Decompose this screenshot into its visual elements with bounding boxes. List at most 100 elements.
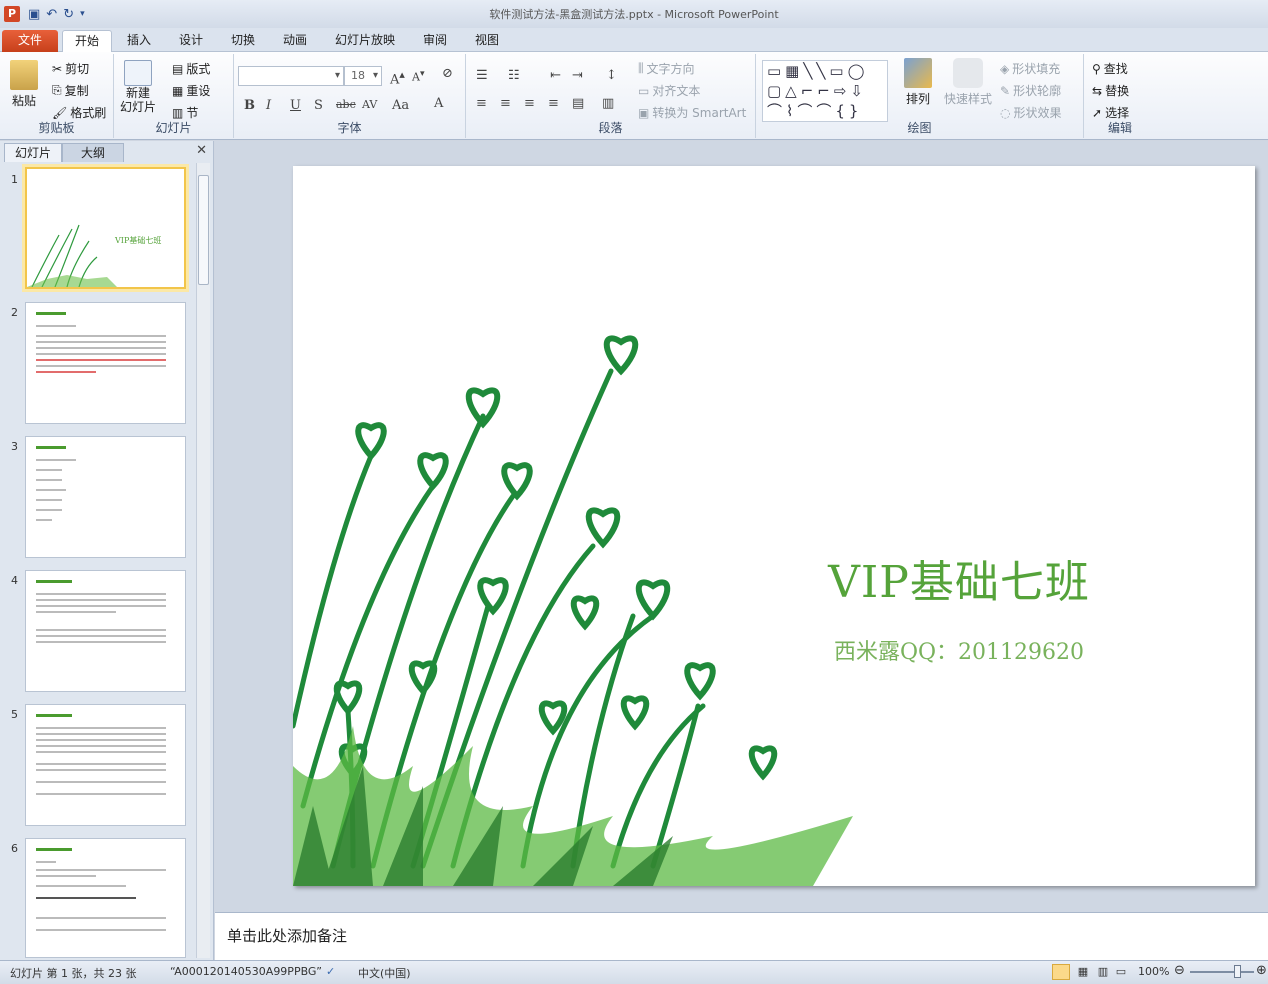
slide-thumbnail-1[interactable]: VIP基础七班	[25, 167, 186, 289]
align-text-label: 对齐文本	[652, 84, 701, 98]
numbering-icon[interactable]: ☷	[508, 68, 520, 83]
close-icon[interactable]: ✕	[196, 143, 207, 158]
text-direction-button[interactable]: ⫼ 文字方向	[638, 60, 695, 77]
tab-review[interactable]: 审阅	[414, 30, 456, 52]
align-text-button[interactable]: ▭ 对齐文本	[638, 82, 700, 99]
strikethrough-icon[interactable]: abc	[336, 98, 356, 111]
tab-view[interactable]: 视图	[466, 30, 508, 52]
shape-outline-button[interactable]: ✎ 形状轮廓	[1000, 82, 1061, 99]
save-icon[interactable]: ▣	[28, 7, 40, 22]
justify-icon[interactable]: ≡	[548, 96, 559, 111]
tab-insert[interactable]: 插入	[118, 30, 160, 52]
thumb-line	[36, 593, 166, 595]
spell-check-icon[interactable]: ✓	[326, 965, 335, 978]
zoom-slider-thumb[interactable]	[1234, 965, 1241, 978]
line-spacing-icon[interactable]: ↕	[606, 68, 617, 83]
bold-icon[interactable]: B	[244, 98, 255, 113]
arrange-button[interactable]: 排列	[904, 58, 932, 107]
thumb-number: 4	[11, 574, 18, 587]
thumb-line	[36, 635, 166, 637]
customize-qat-icon[interactable]: ▾	[80, 9, 85, 19]
bullets-icon[interactable]: ☰	[476, 68, 488, 83]
tab-slide-show[interactable]: 幻灯片放映	[326, 30, 404, 52]
new-slide-button[interactable]: 新建 幻灯片	[120, 60, 156, 114]
shape-outline-label: 形状轮廓	[1013, 84, 1062, 98]
current-slide[interactable]: VIP基础七班 西米露QQ：201129620	[293, 166, 1255, 886]
cut-button[interactable]: ✂ 剪切	[52, 60, 89, 77]
redo-icon[interactable]: ↻	[63, 7, 74, 22]
thumb-line	[36, 733, 166, 735]
powerpoint-app-icon[interactable]: P	[4, 6, 20, 22]
shadow-icon[interactable]: S	[314, 98, 323, 113]
align-center-icon[interactable]: ≡	[500, 96, 511, 111]
slide-sorter-icon[interactable]: ▦	[1074, 964, 1092, 980]
font-group-label: 字体	[337, 121, 362, 135]
notes-placeholder: 单击此处添加备注	[227, 927, 348, 945]
slide-subtitle[interactable]: 西米露QQ：201129620	[293, 634, 1255, 666]
distributed-icon[interactable]: ▤	[572, 96, 584, 111]
tab-transitions[interactable]: 切换	[222, 30, 264, 52]
theme-name[interactable]: “A000120140530A99PPBG”	[170, 965, 322, 978]
tab-outline-panel[interactable]: 大纲	[62, 143, 125, 162]
thumb-line	[36, 499, 62, 501]
thumb-line	[36, 917, 166, 919]
quick-styles-button[interactable]: 快速样式	[944, 58, 992, 107]
font-color-icon[interactable]: A	[434, 96, 443, 111]
zoom-level[interactable]: 100%	[1138, 965, 1169, 978]
tab-animations[interactable]: 动画	[274, 30, 316, 52]
paste-button[interactable]: 粘贴	[10, 60, 38, 109]
undo-icon[interactable]: ↶	[46, 7, 57, 22]
tab-home[interactable]: 开始	[62, 30, 112, 52]
zoom-in-icon[interactable]: ⊕	[1256, 963, 1267, 978]
char-spacing-icon[interactable]: AV	[362, 98, 377, 111]
reset-button[interactable]: ▦ 重设	[172, 82, 210, 99]
thumb-line	[36, 469, 62, 471]
scrollbar-thumb[interactable]	[198, 175, 209, 285]
increase-indent-icon[interactable]: ⇥	[572, 68, 583, 83]
underline-icon[interactable]: U	[290, 98, 301, 113]
clear-format-icon[interactable]: ⊘	[442, 66, 453, 81]
paragraph-group-label: 段落	[598, 121, 623, 135]
copy-button[interactable]: ⎘ 复制	[52, 82, 89, 99]
find-button[interactable]: ⚲ 查找	[1092, 60, 1128, 77]
slide-thumbnail-3[interactable]	[25, 436, 186, 558]
layout-button[interactable]: ▤ 版式	[172, 60, 210, 77]
grow-font-icon[interactable]: A▴	[390, 68, 405, 87]
font-name-combo[interactable]	[238, 66, 344, 86]
normal-view-icon[interactable]	[1052, 964, 1070, 980]
align-right-icon[interactable]: ≡	[524, 96, 535, 111]
notes-pane[interactable]: 单击此处添加备注	[215, 912, 1268, 960]
thumb-line	[36, 479, 62, 481]
slide-thumbnail-5[interactable]	[25, 704, 186, 826]
zoom-slider-track[interactable]	[1190, 971, 1254, 973]
decrease-indent-icon[interactable]: ⇤	[550, 68, 561, 83]
thumb-number: 3	[11, 440, 18, 453]
align-left-icon[interactable]: ≡	[476, 96, 487, 111]
slide-thumbnail-2[interactable]	[25, 302, 186, 424]
shapes-gallery[interactable]: ▭▦╲╲▭◯ ▢△⌐⌐⇨⇩ ⌒⌇⌒⌒{}	[762, 60, 888, 122]
font-size-combo[interactable]: 18	[344, 66, 382, 86]
clipboard-group: 粘贴 ✂ 剪切 ⎘ 复制 🖌 格式刷 剪贴板	[0, 54, 114, 138]
italic-icon[interactable]: I	[266, 98, 271, 113]
shape-fill-button[interactable]: ◈ 形状填充	[1000, 60, 1060, 77]
slide-show-icon[interactable]: ▭	[1112, 964, 1130, 980]
reading-view-icon[interactable]: ▥	[1094, 964, 1112, 980]
slides-group-label: 幻灯片	[155, 121, 192, 135]
zoom-out-icon[interactable]: ⊖	[1174, 963, 1185, 978]
slide-title[interactable]: VIP基础七班	[293, 546, 1255, 610]
tab-slides-panel[interactable]: 幻灯片	[4, 143, 63, 162]
columns-icon[interactable]: ▥	[602, 96, 614, 111]
thumb-line	[36, 353, 166, 355]
slide-thumbnail-4[interactable]	[25, 570, 186, 692]
tab-design[interactable]: 设计	[170, 30, 212, 52]
thumb-line	[36, 739, 166, 741]
replace-button[interactable]: ⇆ 替换	[1092, 82, 1129, 99]
slides-panel-scrollbar[interactable]	[196, 163, 210, 958]
tab-file[interactable]: 文件	[2, 30, 58, 52]
change-case-icon[interactable]: Aa	[392, 98, 409, 113]
language-indicator[interactable]: 中文(中国)	[358, 965, 411, 981]
slide-thumbnail-6[interactable]	[25, 838, 186, 958]
layout-icon: ▤	[172, 61, 184, 76]
shrink-font-icon[interactable]: A▾	[412, 68, 425, 84]
thumb-line	[36, 489, 66, 491]
